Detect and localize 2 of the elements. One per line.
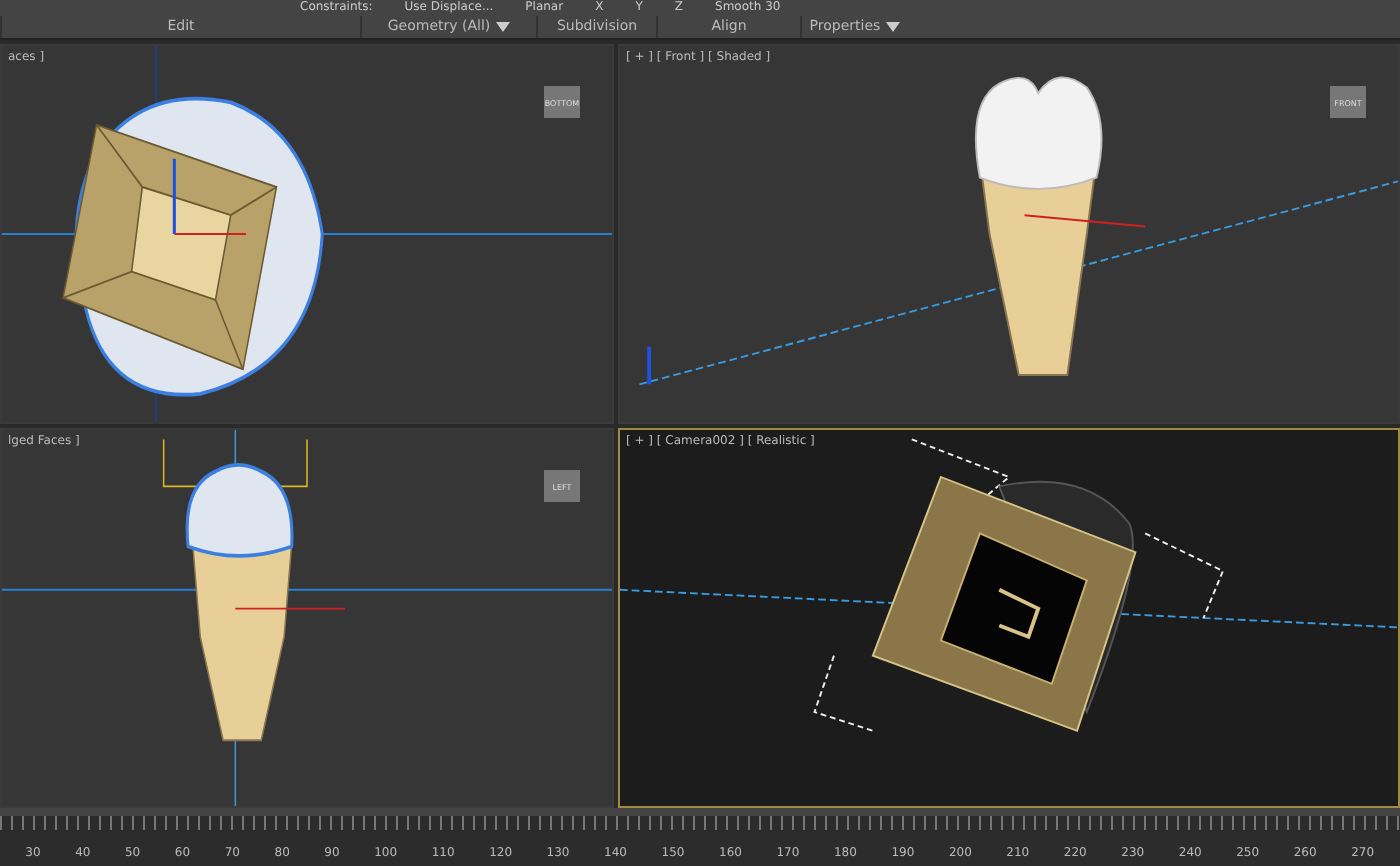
caret-icon [496, 22, 511, 32]
caret-icon [886, 22, 901, 32]
